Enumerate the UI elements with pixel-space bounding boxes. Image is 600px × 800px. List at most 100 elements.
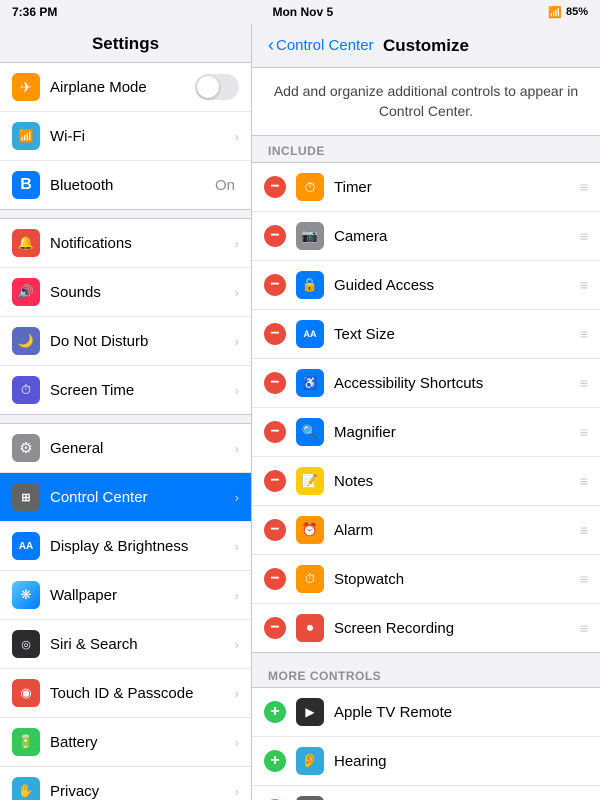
control-item-guidedaccess[interactable]: − 🔒 Guided Access ≡ [252,261,600,310]
timer-drag-handle[interactable]: ≡ [580,179,588,195]
settings-item-touchid[interactable]: ◉ Touch ID & Passcode › [0,669,251,718]
settings-item-wifi[interactable]: 📶 Wi-Fi › [0,112,251,161]
status-date: Mon Nov 5 [272,5,333,19]
wifi-status-icon: 📶 [548,6,562,19]
control-item-alarm[interactable]: − ⏰ Alarm ≡ [252,506,600,555]
remove-timer-button[interactable]: − [264,176,286,198]
camera-label: Camera [334,228,580,245]
wifi-icon: 📶 [12,122,40,150]
settings-item-general[interactable]: ⚙ General › [0,424,251,473]
control-item-notes[interactable]: − 📝 Notes ≡ [252,457,600,506]
airplane-icon: ✈ [12,73,40,101]
donotdisturb-icon: 🌙 [12,327,40,355]
textsize-drag-handle[interactable]: ≡ [580,326,588,342]
bluetooth-icon: B [12,171,40,199]
notes-label: Notes [334,473,580,490]
remove-notes-button[interactable]: − [264,470,286,492]
accessibility-icon: ♿ [296,369,324,397]
siri-arrow: › [235,637,239,652]
settings-item-bluetooth[interactable]: B Bluetooth On [0,161,251,209]
notifications-label: Notifications [50,235,235,252]
battery-icon: 🔋 [12,728,40,756]
right-panel-title: Customize [383,36,469,56]
stopwatch-icon: ⏱ [296,565,324,593]
sidebar: Settings ✈ Airplane Mode 📶 Wi-Fi › B Blu… [0,24,252,800]
remove-alarm-button[interactable]: − [264,519,286,541]
scanqr-icon: ▦ [296,796,324,800]
back-label: Control Center [276,37,374,54]
donotdisturb-arrow: › [235,334,239,349]
camera-drag-handle[interactable]: ≡ [580,228,588,244]
stopwatch-drag-handle[interactable]: ≡ [580,571,588,587]
screentime-arrow: › [235,383,239,398]
settings-item-display[interactable]: AA Display & Brightness › [0,522,251,571]
guidedaccess-drag-handle[interactable]: ≡ [580,277,588,293]
add-hearing-button[interactable]: + [264,750,286,772]
settings-item-wallpaper[interactable]: ❋ Wallpaper › [0,571,251,620]
settings-item-controlcenter[interactable]: ⊞ Control Center › [0,473,251,522]
settings-item-donotdisturb[interactable]: 🌙 Do Not Disturb › [0,317,251,366]
screentime-icon: ⏱ [12,376,40,404]
battery-arrow: › [235,735,239,750]
settings-item-notifications[interactable]: 🔔 Notifications › [0,219,251,268]
settings-item-battery[interactable]: 🔋 Battery › [0,718,251,767]
siri-icon: ◎ [12,630,40,658]
screenrecording-label: Screen Recording [334,620,580,637]
control-item-hearing[interactable]: + 👂 Hearing [252,737,600,786]
settings-group-system: 🔔 Notifications › 🔊 Sounds › 🌙 Do Not Di… [0,218,251,415]
notifications-arrow: › [235,236,239,251]
accessibility-drag-handle[interactable]: ≡ [580,375,588,391]
control-item-stopwatch[interactable]: − ⏱ Stopwatch ≡ [252,555,600,604]
add-appletv-button[interactable]: + [264,701,286,723]
hearing-icon: 👂 [296,747,324,775]
alarm-icon: ⏰ [296,516,324,544]
appletv-label: Apple TV Remote [334,704,588,721]
control-item-screenrecording[interactable]: − ⏺ Screen Recording ≡ [252,604,600,652]
remove-textsize-button[interactable]: − [264,323,286,345]
screentime-label: Screen Time [50,382,235,399]
more-section-header: MORE CONTROLS [252,661,600,687]
remove-screenrecording-button[interactable]: − [264,617,286,639]
timer-label: Timer [334,179,580,196]
remove-stopwatch-button[interactable]: − [264,568,286,590]
controlcenter-arrow: › [235,490,239,505]
controlcenter-icon: ⊞ [12,483,40,511]
controlcenter-label: Control Center [50,489,235,506]
control-item-magnifier[interactable]: − 🔍 Magnifier ≡ [252,408,600,457]
control-item-scanqr[interactable]: + ▦ Scan QR Code [252,786,600,800]
alarm-drag-handle[interactable]: ≡ [580,522,588,538]
remove-camera-button[interactable]: − [264,225,286,247]
control-item-accessibility[interactable]: − ♿ Accessibility Shortcuts ≡ [252,359,600,408]
magnifier-icon: 🔍 [296,418,324,446]
display-arrow: › [235,539,239,554]
wifi-arrow: › [235,129,239,144]
textsize-icon: AA [296,320,324,348]
back-button[interactable]: ‹ Control Center [268,35,374,56]
hearing-label: Hearing [334,753,588,770]
more-list: + ▶ Apple TV Remote + 👂 Hearing + ▦ Scan… [252,687,600,800]
settings-item-airplane[interactable]: ✈ Airplane Mode [0,63,251,112]
touchid-icon: ◉ [12,679,40,707]
appletv-icon: ▶ [296,698,324,726]
status-icons: 📶 85% [548,6,588,19]
settings-group-network: ✈ Airplane Mode 📶 Wi-Fi › B Bluetooth On [0,62,251,210]
magnifier-drag-handle[interactable]: ≡ [580,424,588,440]
stopwatch-label: Stopwatch [334,571,580,588]
screenrecording-drag-handle[interactable]: ≡ [580,620,588,636]
settings-item-sounds[interactable]: 🔊 Sounds › [0,268,251,317]
settings-item-privacy[interactable]: ✋ Privacy › [0,767,251,800]
control-item-timer[interactable]: − ⏱ Timer ≡ [252,163,600,212]
remove-guidedaccess-button[interactable]: − [264,274,286,296]
settings-item-siri[interactable]: ◎ Siri & Search › [0,620,251,669]
touchid-arrow: › [235,686,239,701]
airplane-toggle[interactable] [195,74,239,100]
general-icon: ⚙ [12,434,40,462]
status-bar: 7:36 PM Mon Nov 5 📶 85% [0,0,600,24]
remove-magnifier-button[interactable]: − [264,421,286,443]
control-item-appletv[interactable]: + ▶ Apple TV Remote [252,688,600,737]
settings-item-screentime[interactable]: ⏱ Screen Time › [0,366,251,414]
notes-drag-handle[interactable]: ≡ [580,473,588,489]
remove-accessibility-button[interactable]: − [264,372,286,394]
control-item-camera[interactable]: − 📷 Camera ≡ [252,212,600,261]
control-item-textsize[interactable]: − AA Text Size ≡ [252,310,600,359]
